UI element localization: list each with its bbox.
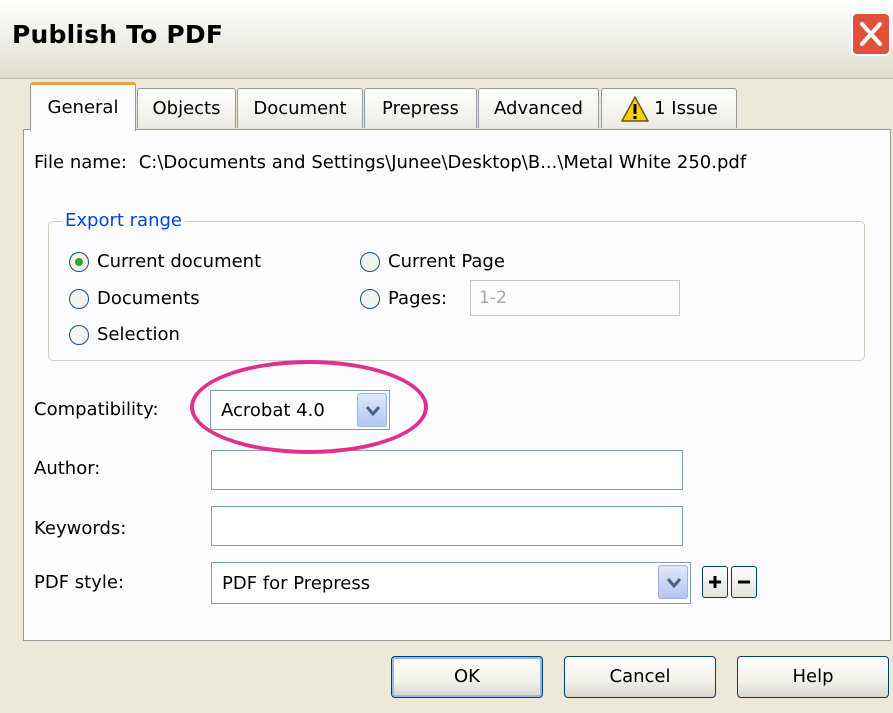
help-button[interactable]: Help (737, 656, 889, 698)
documents-radio[interactable] (69, 289, 89, 309)
close-button[interactable] (851, 12, 891, 56)
tab-prepress[interactable]: Prepress (364, 88, 477, 128)
selection-radio[interactable] (69, 325, 89, 345)
chevron-down-icon (365, 406, 381, 417)
publish-to-pdf-dialog: Publish To PDF General Objects Document … (0, 0, 893, 713)
tab-issues[interactable]: 1 Issue (601, 88, 737, 128)
export-range-legend: Export range (62, 210, 185, 231)
minus-icon (738, 580, 750, 584)
cancel-button[interactable]: Cancel (564, 656, 716, 698)
tab-label: Prepress (382, 98, 459, 119)
documents-label: Documents (97, 288, 200, 309)
pdf-style-label: PDF style: (34, 572, 125, 593)
tab-label: 1 Issue (654, 98, 718, 119)
current-page-radio[interactable] (360, 252, 380, 272)
tab-advanced[interactable]: Advanced (478, 88, 599, 128)
author-label: Author: (34, 458, 101, 479)
keywords-input[interactable] (211, 506, 683, 546)
tab-objects[interactable]: Objects (137, 88, 236, 128)
file-name-row: File name: C:\Documents and Settings\Jun… (34, 152, 746, 173)
current-page-label: Current Page (388, 251, 505, 272)
tab-label: Document (253, 98, 347, 119)
pages-label: Pages: (388, 288, 448, 309)
pages-input[interactable] (470, 280, 680, 316)
add-pdf-style-button[interactable] (702, 566, 728, 598)
chevron-down-icon (666, 578, 682, 589)
window-title: Publish To PDF (12, 20, 224, 49)
tab-document[interactable]: Document (237, 88, 363, 128)
compatibility-label: Compatibility: (34, 399, 159, 420)
tab-label: Advanced (494, 98, 583, 119)
pdf-style-select[interactable]: PDF for Prepress (211, 562, 691, 604)
ok-button[interactable]: OK (391, 656, 543, 698)
plus-icon (709, 576, 721, 588)
close-icon (860, 22, 882, 46)
pdf-style-value: PDF for Prepress (222, 573, 371, 594)
radio-selected-dot (75, 258, 83, 266)
remove-pdf-style-button[interactable] (731, 566, 757, 598)
file-name-label: File name: (34, 152, 127, 173)
author-input[interactable] (211, 450, 683, 490)
pages-radio[interactable] (360, 289, 380, 309)
selection-label: Selection (97, 324, 180, 345)
pdf-style-dropdown-button[interactable] (658, 565, 688, 599)
compatibility-select[interactable]: Acrobat 4.0 (210, 390, 390, 430)
compatibility-value: Acrobat 4.0 (221, 400, 325, 421)
title-bar: Publish To PDF (0, 0, 893, 79)
tab-general[interactable]: General (30, 82, 136, 131)
file-name-value: C:\Documents and Settings\Junee\Desktop\… (138, 152, 747, 173)
warning-icon (621, 96, 649, 122)
tab-label: General (47, 97, 119, 118)
keywords-label: Keywords: (34, 518, 127, 539)
current-document-label: Current document (97, 251, 262, 272)
current-document-radio[interactable] (69, 252, 89, 272)
tab-label: Objects (152, 98, 221, 119)
compatibility-dropdown-button[interactable] (357, 393, 387, 427)
